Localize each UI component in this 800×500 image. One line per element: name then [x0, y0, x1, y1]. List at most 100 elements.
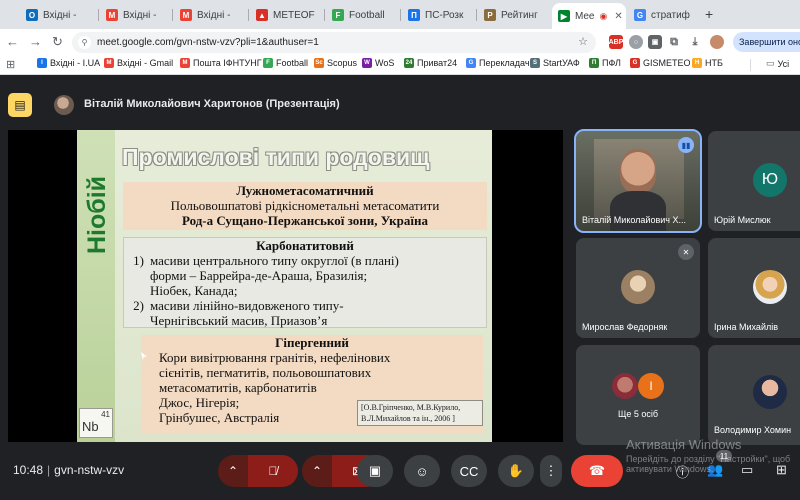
new-tab-icon[interactable]: +	[705, 6, 713, 22]
meeting-clock: 10:48 | gvn-nstw-vzv	[13, 463, 125, 477]
participant-video	[620, 149, 656, 193]
avatar	[753, 375, 787, 409]
url-text: meet.google.com/gvn-nstw-vzv?pli=1&authu…	[97, 37, 319, 48]
site-info-icon[interactable]: ⚲	[78, 36, 91, 49]
adblock-extension-icon[interactable]: ABP	[609, 35, 623, 49]
browser-tab[interactable]: Р Рейтинг	[478, 4, 550, 26]
gmail-icon: M	[180, 9, 192, 21]
close-icon[interactable]: ✕	[614, 11, 622, 22]
element-card: 41 Nb	[79, 408, 113, 438]
meteo-icon: ▲	[256, 9, 268, 21]
hand-icon: ✋	[507, 463, 525, 478]
raise-hand-button[interactable]: ✋	[498, 455, 534, 487]
more-vert-icon: ⋮	[544, 463, 558, 478]
leave-call-button[interactable]: ☎	[571, 455, 623, 487]
meeting-code: gvn-nstw-vzv	[54, 463, 125, 477]
bookmark-item[interactable]: I Вхідні - I.UA	[37, 58, 100, 68]
mic-control[interactable]: ⌃ 🎙̸	[218, 455, 298, 487]
participant-tile[interactable]: Володимир Хомин	[708, 345, 800, 445]
bookmark-item[interactable]: Н НТБ	[692, 58, 723, 68]
google-icon: G	[634, 9, 646, 21]
slide-side-label: Ніобій	[83, 175, 111, 255]
hang-up-icon: ☎	[588, 463, 606, 478]
captions-button[interactable]: CC	[451, 455, 487, 487]
bookmark-item[interactable]: M Вхідні - Gmail	[104, 58, 173, 68]
participant-tile[interactable]: І Ще 5 осіб	[576, 345, 700, 445]
participant-tile[interactable]: ✕ Мирослав Федорняк	[576, 238, 700, 338]
participant-name: Юрій Мислюк	[714, 215, 771, 225]
folder-icon: ▭	[766, 58, 775, 68]
profile-avatar[interactable]	[710, 35, 724, 49]
recording-icon: ◉	[599, 10, 608, 21]
browser-tab[interactable]: F Football	[326, 4, 398, 26]
extension-icon[interactable]: ○	[629, 35, 643, 49]
list-item-cont: Ніобек, Канада;	[150, 283, 238, 298]
more-options-button[interactable]: ⋮	[540, 455, 562, 487]
browser-tab[interactable]: ▲ METEOF	[250, 4, 324, 26]
football-icon: F	[263, 58, 273, 68]
participant-name: Мирослав Федорняк	[582, 322, 668, 332]
list-item: 1) масиви центрального типу округлої (в …	[133, 253, 399, 268]
bookmark-item[interactable]: Sc Scopus	[314, 58, 357, 68]
bookmark-item[interactable]: W WoS	[362, 58, 394, 68]
box-heading: Лужнометасоматичний	[236, 183, 374, 198]
doc-icon: П	[408, 9, 420, 21]
forward-icon[interactable]: →	[29, 34, 42, 49]
participant-tile[interactable]: Ю Юрій Мислюк	[708, 131, 800, 231]
browser-tab[interactable]: O Вхідні -	[20, 4, 98, 26]
box-line: Род-а Сущано-Пержанської зони, Україна	[181, 213, 429, 228]
presentation-icon[interactable]: ▤	[8, 93, 32, 117]
avatar: І	[638, 373, 664, 399]
box-heading: Карбонатитовий	[256, 238, 354, 253]
address-bar[interactable]: ⚲ meet.google.com/gvn-nstw-vzv?pli=1&aut…	[72, 32, 596, 53]
bookmark-item[interactable]: G Перекладач	[466, 58, 530, 68]
box-heading: Гіпергенний	[275, 335, 349, 350]
privat24-icon: 24	[404, 58, 414, 68]
bookmarks-bar: ⊞ I Вхідні - I.UA M Вхідні - Gmail M Пош…	[0, 55, 800, 75]
extension-icon[interactable]: ▣	[648, 35, 662, 49]
slide-box-carbonatite: Карбонатитовий 1) масиви центрального ти…	[123, 237, 487, 328]
reload-icon[interactable]: ↻	[52, 34, 63, 50]
browser-tab[interactable]: M Вхідні -	[100, 4, 170, 26]
back-icon[interactable]: ←	[6, 34, 19, 49]
browser-tab[interactable]: G стратиф	[628, 4, 702, 26]
avatar	[753, 270, 787, 304]
shield-icon: Р	[484, 9, 496, 21]
ntb-icon: Н	[692, 58, 702, 68]
screen: O Вхідні - M Вхідні - M Вхідні - ▲ METEO…	[0, 0, 800, 500]
bookmark-item[interactable]: П ПФЛ	[589, 58, 621, 68]
present-icon: ▣	[368, 463, 382, 478]
participant-tile[interactable]: Ірина Михайлів	[708, 238, 800, 338]
browser-tab[interactable]: M Вхідні -	[174, 4, 246, 26]
chevron-up-icon[interactable]: ⌃	[218, 455, 248, 487]
mic-off-icon[interactable]: 🎙̸	[248, 455, 298, 487]
bookmark-item[interactable]: S StartУАФ	[530, 58, 580, 68]
bookmark-item[interactable]: G GISMETEO	[630, 58, 691, 68]
bookmark-item[interactable]: F Football	[263, 58, 308, 68]
translate-icon: G	[466, 58, 476, 68]
all-bookmarks-button[interactable]: ▭ Усі	[766, 58, 789, 69]
iua-icon: I	[37, 58, 47, 68]
participant-name: Ірина Михайлів	[714, 322, 778, 332]
extensions-puzzle-icon[interactable]: ⧉	[667, 35, 681, 49]
startuaf-icon: S	[530, 58, 540, 68]
download-icon[interactable]: ⤓	[688, 35, 702, 49]
browser-tab[interactable]: П ПС-Розк	[402, 4, 476, 26]
chevron-up-icon[interactable]: ⌃	[302, 455, 332, 487]
emoji-icon: ☺	[415, 463, 429, 479]
participant-tile[interactable]: ▮▮ Віталій Миколайович Х...	[574, 129, 702, 233]
finish-update-button[interactable]: Завершити онов	[733, 32, 800, 52]
outlook-icon: O	[26, 9, 38, 21]
box-line: Польовошпатові рідкіснометальні метасома…	[170, 198, 440, 213]
avatar	[612, 373, 638, 399]
apps-grid-icon[interactable]: ⊞	[6, 58, 15, 71]
browser-tab-active[interactable]: ▶ Mee ◉ ✕	[552, 3, 626, 29]
meet-icon: ▶	[558, 10, 570, 22]
reactions-button[interactable]: ☺	[404, 455, 440, 487]
list-item: 2) масиви лінійно-видовженого типу-	[133, 298, 344, 313]
bookmark-item[interactable]: 24 Приват24	[404, 58, 457, 68]
bookmark-item[interactable]: M Пошта ІФНТУНГ	[180, 58, 262, 68]
presenter-name: Віталій Миколайович Харитонов (Презентац…	[84, 98, 340, 110]
present-screen-button[interactable]: ▣	[357, 455, 393, 487]
star-icon[interactable]: ☆	[578, 35, 588, 48]
